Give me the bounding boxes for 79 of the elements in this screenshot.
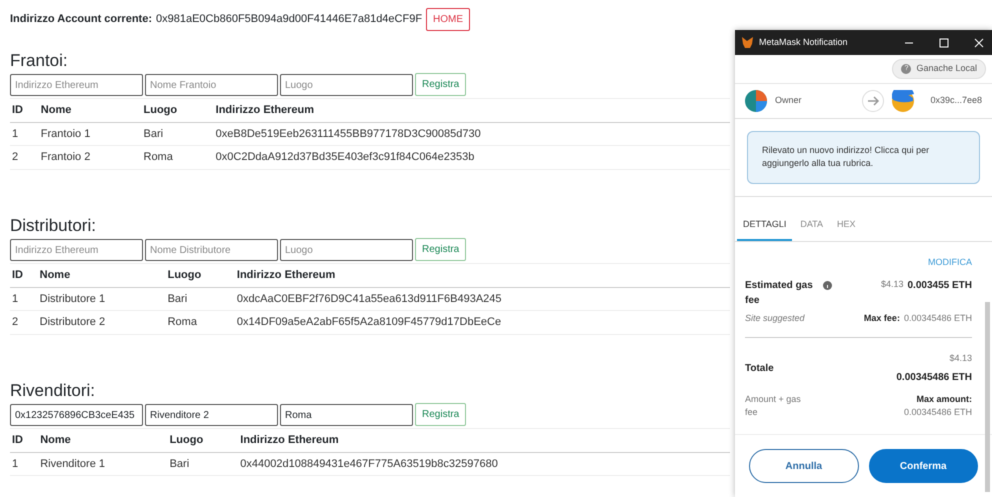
tab[interactable]: DETTAGLI	[737, 210, 792, 241]
table-cell: Frantoio 1	[38, 122, 142, 146]
table-cell: Frantoio 2	[38, 146, 142, 170]
recipient-address: 0x39c...7ee8	[930, 94, 982, 107]
table-cell: 0x44002d108849431e467F775A63519b8c32597680	[238, 452, 730, 476]
section-title: Rivenditori:	[10, 380, 96, 402]
table-cell: 1	[10, 452, 38, 476]
home-button[interactable]: HOME	[426, 8, 470, 31]
input-field[interactable]: Roma	[280, 404, 413, 426]
max-amount-value: 0.00345486 ETH	[904, 406, 972, 419]
edit-link[interactable]: MODIFICA	[745, 242, 972, 278]
column-header: Indirizzo Ethereum	[238, 428, 730, 452]
column-header: ID	[10, 428, 38, 452]
table-cell: 0x0C2DdaA912d37Bd35E403ef3c91f84C064e2353b	[214, 146, 730, 170]
section-title: Distributori:	[10, 216, 97, 236]
max-amount-label: Max amount:	[915, 392, 972, 406]
table-cell: Bari	[166, 287, 235, 311]
column-header: ID	[10, 98, 39, 122]
gas-note: Site suggested	[745, 312, 805, 325]
tab[interactable]: DATA	[794, 210, 830, 241]
account-name: Owner	[775, 94, 802, 107]
column-header: ID	[10, 264, 38, 288]
max-fee-value: 0.00345486 ETH	[904, 312, 972, 324]
table-cell: Distributore 2	[38, 310, 166, 334]
table-cell: 2	[10, 310, 38, 334]
table-cell: 1	[10, 122, 39, 146]
avatar-icon	[892, 90, 914, 112]
amount-note: Amount + gas fee	[745, 392, 802, 419]
gas-fee-fiat: $4.13	[880, 278, 904, 290]
input-field[interactable]: Nome Distributore	[145, 239, 278, 262]
section-title: Frantoi:	[10, 51, 69, 72]
maximize-icon[interactable]	[937, 36, 951, 50]
total-label: Totale	[745, 362, 774, 376]
column-header: Indirizzo Ethereum	[234, 264, 730, 288]
input-field[interactable]: 0x1232576896CB3ceE435	[10, 404, 143, 426]
table-cell: Bari	[142, 122, 214, 146]
close-icon[interactable]	[972, 36, 986, 50]
input-field[interactable]: Luogo	[280, 74, 413, 96]
column-header: Indirizzo Ethereum	[214, 98, 730, 122]
total-eth: 0.00345486 ETH	[896, 370, 972, 384]
max-fee-label: Max fee:	[864, 312, 900, 324]
column-header: Nome	[38, 98, 142, 122]
table-cell: 0xdcAaC0EBF2f76D9C41a55ea613d911F6B493A245	[234, 287, 730, 311]
account-label: Indirizzo Account corrente:	[10, 12, 152, 28]
register-button[interactable]: Registra	[415, 73, 466, 96]
input-field[interactable]: Rivenditore 2	[145, 404, 278, 426]
window-title: MetaMask Notification	[759, 36, 849, 49]
column-header: Nome	[38, 264, 166, 288]
table-cell: 1	[10, 287, 38, 311]
info-icon[interactable]	[823, 280, 832, 290]
table-cell: 0x14DF09a5eA2abF65f5A2a8109F45779d17DbEeCe	[234, 310, 730, 334]
tab[interactable]: HEX	[831, 210, 862, 241]
confirm-button[interactable]: Conferma	[868, 449, 978, 483]
input-field[interactable]: Indirizzo Ethereum	[10, 74, 143, 96]
input-field[interactable]: Indirizzo Ethereum	[10, 239, 143, 262]
total-fiat: $4.13	[948, 352, 972, 365]
input-field[interactable]: Luogo	[280, 239, 413, 262]
table-cell: Distributore 1	[38, 287, 166, 311]
input-field[interactable]: Nome Frantoio	[145, 74, 278, 96]
table-cell: 2	[10, 146, 39, 170]
column-header: Luogo	[142, 98, 214, 122]
table-cell: Roma	[166, 310, 235, 334]
table-cell: 0xeB8De519Eeb263111455BB977178D3C90085d730	[214, 122, 730, 146]
gas-fee-label: Estimated gas fee	[745, 278, 814, 308]
cancel-button[interactable]: Annulla	[749, 449, 858, 483]
address-alert[interactable]: Rilevato un nuovo indirizzo! Clicca qui per aggiungerlo alla tua rubrica.	[747, 130, 980, 184]
register-button[interactable]: Registra	[415, 238, 466, 262]
avatar-icon	[745, 90, 767, 112]
account-address: 0x981aE0Cb860F5B094a9d00F41446E7a81d4eCF9F	[156, 12, 422, 28]
scrollbar[interactable]	[985, 302, 990, 492]
gas-fee-eth: 0.003455 ETH	[908, 278, 972, 292]
table-cell: Rivenditore 1	[38, 452, 168, 476]
register-button[interactable]: Registra	[415, 403, 466, 426]
fox-icon	[741, 36, 754, 48]
column-header: Luogo	[166, 264, 235, 288]
table-cell: Bari	[168, 452, 238, 476]
column-header: Nome	[38, 428, 168, 452]
column-header: Luogo	[168, 428, 238, 452]
table-cell: Roma	[142, 146, 214, 170]
